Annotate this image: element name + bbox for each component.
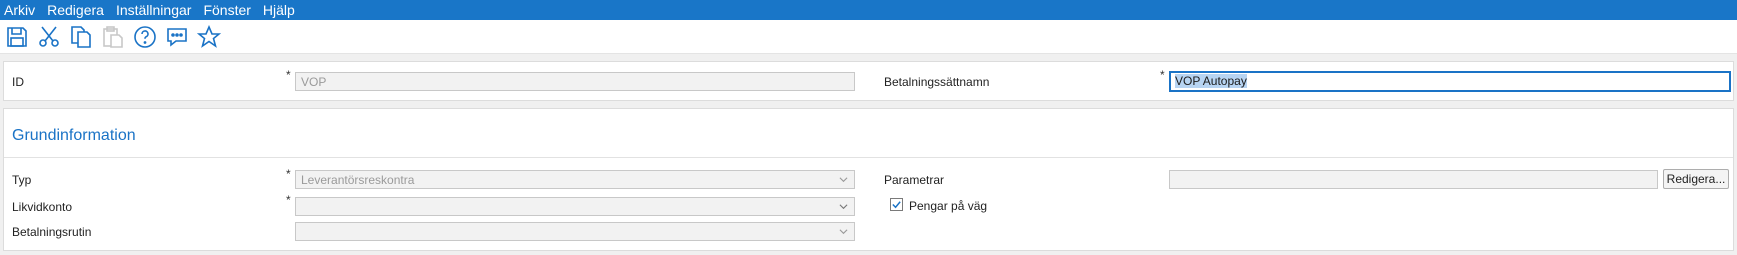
save-icon: [7, 26, 27, 47]
betalningsrutin-select[interactable]: [295, 222, 855, 241]
typ-required-mark: *: [286, 167, 291, 181]
chevron-down-icon: [839, 204, 848, 210]
section-divider: [4, 157, 1733, 158]
chat-button[interactable]: [164, 24, 190, 50]
id-field[interactable]: VOP: [295, 72, 855, 91]
pengar-label: Pengar på väg: [909, 199, 988, 213]
likvidkonto-select[interactable]: [295, 197, 855, 216]
menu-arkiv[interactable]: Arkiv: [0, 0, 41, 20]
menu-installningar[interactable]: Inställningar: [110, 0, 198, 20]
betalningsrutin-label: Betalningsrutin: [12, 225, 92, 239]
pengar-checkbox[interactable]: [890, 198, 903, 211]
chevron-down-icon: [839, 177, 848, 183]
favorite-button[interactable]: [196, 24, 222, 50]
name-field-selection: VOP Autopay: [1175, 74, 1247, 88]
typ-select-value: Leverantörsreskontra: [301, 173, 415, 187]
copy-icon: [71, 25, 91, 48]
cut-button[interactable]: [36, 24, 62, 50]
grundinformation-panel: Grundinformation Typ * Leverantörsreskon…: [3, 108, 1734, 251]
cut-icon: [39, 26, 59, 47]
name-field[interactable]: VOP Autopay: [1169, 71, 1731, 92]
menu-bar: Arkiv Redigera Inställningar Fönster Hjä…: [0, 0, 1737, 20]
paste-icon: [103, 25, 123, 48]
help-icon: [134, 25, 156, 48]
toolbar: [0, 20, 1737, 54]
section-title: Grundinformation: [12, 127, 136, 144]
typ-label: Typ: [12, 173, 32, 187]
chat-icon: [167, 27, 187, 47]
favorite-icon: [197, 24, 221, 48]
menu-fonster[interactable]: Fönster: [197, 0, 256, 20]
id-label: ID: [12, 75, 24, 89]
header-panel: ID * VOP Betalningssättnamn * VOP Autopa…: [3, 61, 1734, 101]
id-required-mark: *: [286, 68, 291, 82]
save-button[interactable]: [4, 24, 30, 50]
help-button[interactable]: [132, 24, 158, 50]
redigera-button[interactable]: Redigera...: [1663, 169, 1729, 189]
parametrar-label: Parametrar: [884, 173, 945, 187]
paste-button[interactable]: [100, 24, 126, 50]
chevron-down-icon: [839, 229, 848, 235]
copy-button[interactable]: [68, 24, 94, 50]
likvidkonto-label: Likvidkonto: [12, 200, 73, 214]
menu-redigera[interactable]: Redigera: [41, 0, 110, 20]
menu-hjalp[interactable]: Hjälp: [257, 0, 301, 20]
likvidkonto-required-mark: *: [286, 193, 291, 207]
checkmark-icon: [892, 201, 901, 209]
name-required-mark: *: [1160, 68, 1165, 82]
typ-select[interactable]: Leverantörsreskontra: [295, 170, 855, 189]
parametrar-field[interactable]: [1169, 170, 1658, 189]
name-label: Betalningssättnamn: [884, 75, 990, 89]
